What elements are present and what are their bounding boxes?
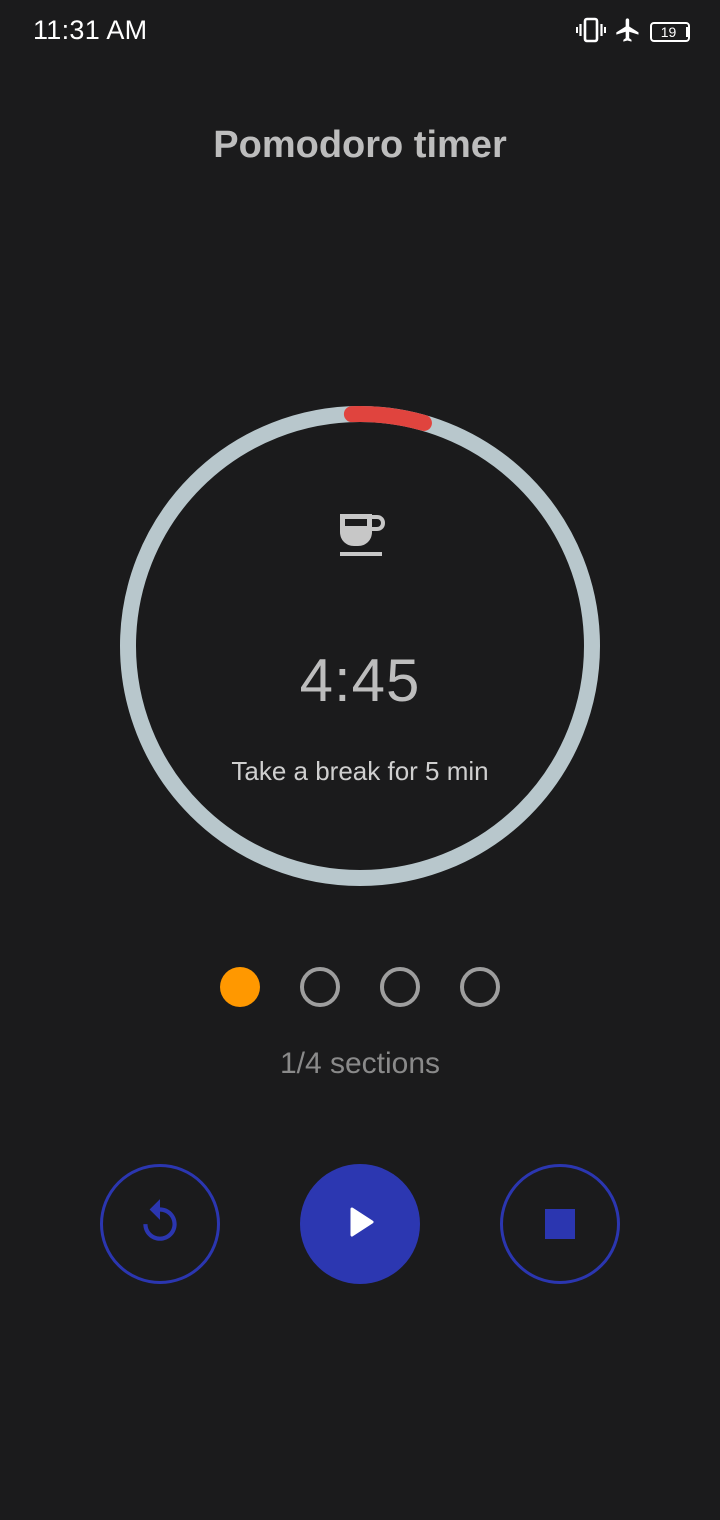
status-bar: 11:31 AM 19 xyxy=(0,0,720,66)
battery-icon: 19 xyxy=(650,22,690,42)
sections-label: 1/4 sections xyxy=(279,1047,441,1080)
play-button[interactable] xyxy=(300,1164,420,1284)
battery-fill xyxy=(686,27,690,37)
coffee-cup-icon xyxy=(334,508,386,560)
status-time: 11:31 AM xyxy=(33,15,148,45)
page-title: Pomodoro timer xyxy=(213,124,507,166)
battery-level: 19 xyxy=(660,24,677,40)
play-icon xyxy=(340,1202,380,1247)
reset-icon xyxy=(135,1197,185,1252)
section-dot xyxy=(300,967,340,1007)
reset-button[interactable] xyxy=(100,1164,220,1284)
section-dot xyxy=(220,967,260,1007)
airplane-mode-icon xyxy=(614,16,642,49)
timer-caption: Take a break for 5 min xyxy=(231,756,489,786)
stop-icon xyxy=(545,1209,575,1239)
stop-button[interactable] xyxy=(500,1164,620,1284)
status-icons: 19 xyxy=(576,17,690,47)
section-indicator xyxy=(0,966,720,1008)
section-dot xyxy=(460,967,500,1007)
timer-remaining: 4:45 xyxy=(299,647,421,714)
vibrate-icon xyxy=(576,17,606,48)
section-dot xyxy=(380,967,420,1007)
